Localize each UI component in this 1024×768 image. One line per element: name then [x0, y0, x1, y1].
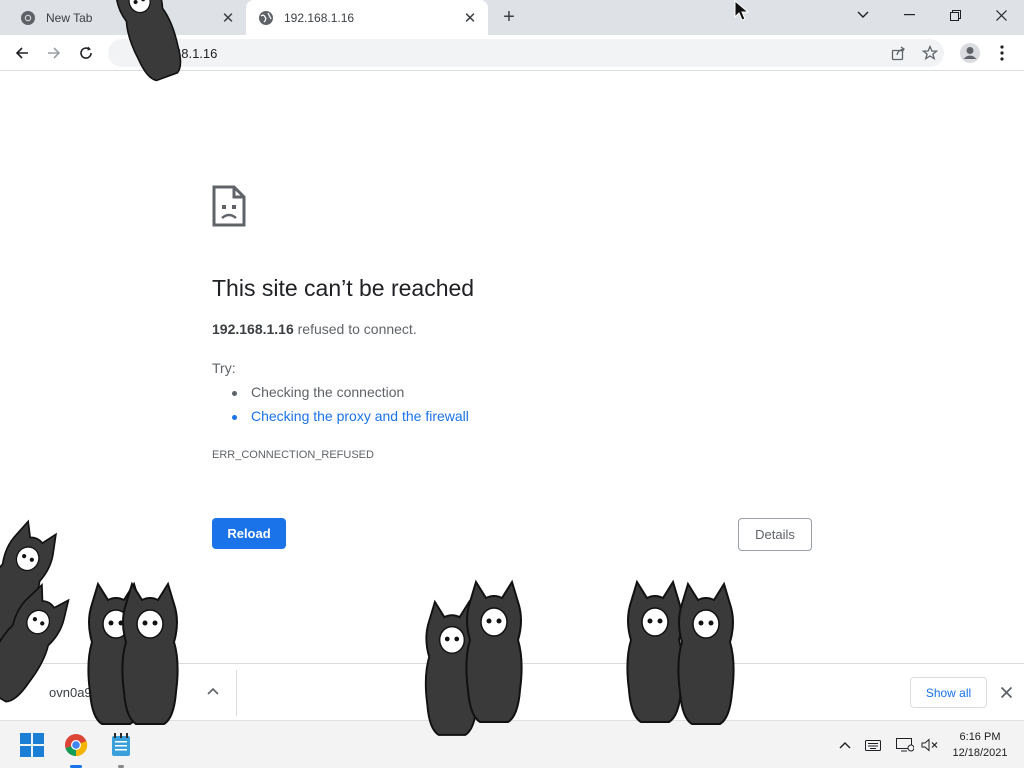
critter-sprite [677, 583, 735, 725]
critter-sprite [107, 0, 189, 85]
desktop-pet-overlay [0, 0, 735, 736]
critter-sprite [465, 581, 523, 723]
mouse-cursor-icon [734, 0, 750, 21]
critter-sprite [626, 581, 684, 723]
critter-sprite [121, 583, 179, 725]
